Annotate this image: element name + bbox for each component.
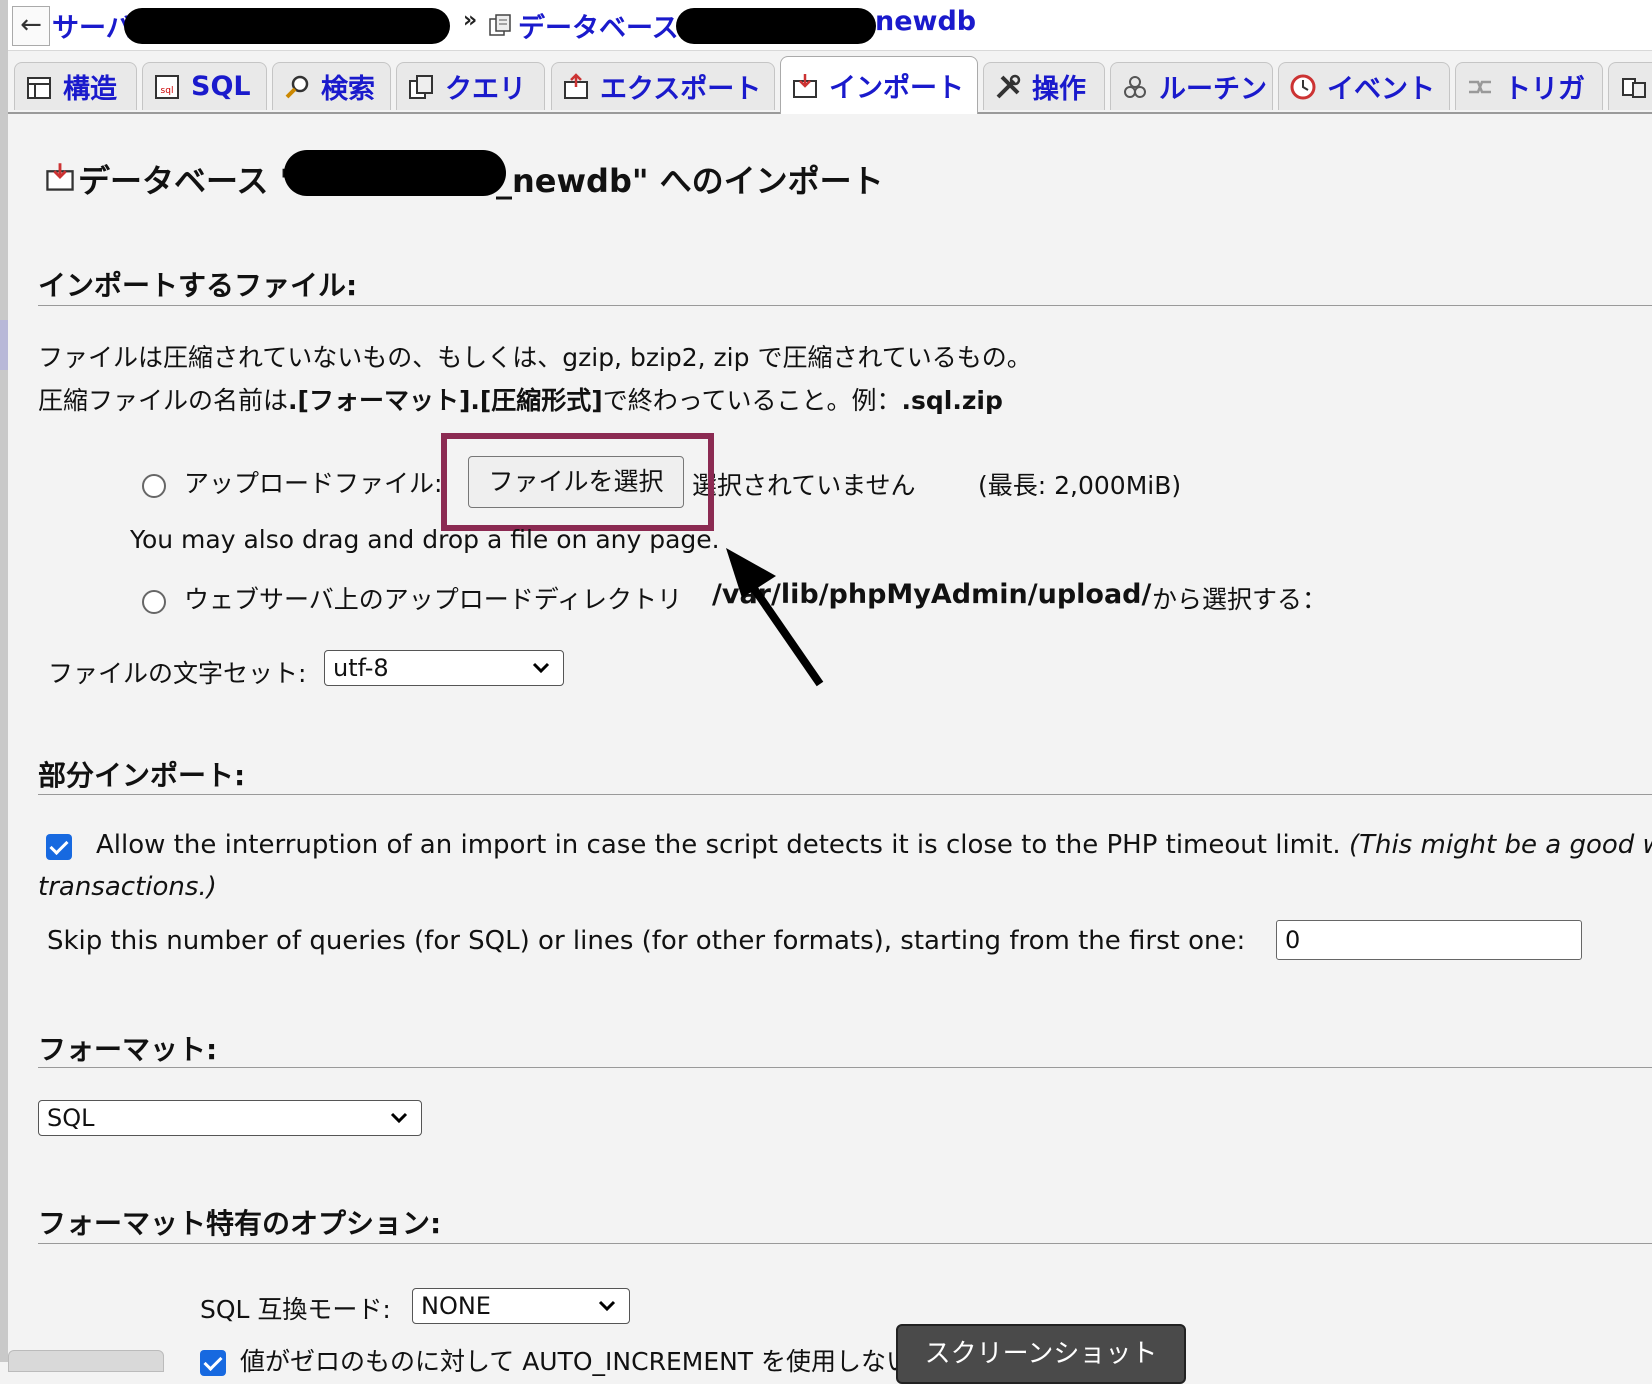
rule-format: .[フォーマット].[圧縮形式]	[288, 386, 603, 415]
sql-compat-label: SQL 互換モード:	[200, 1295, 391, 1324]
rule-prefix: 圧縮ファイルの名前は	[38, 386, 289, 415]
events-icon	[1290, 74, 1316, 99]
tab-import[interactable]: インポート	[780, 56, 978, 114]
upload-file-label: アップロードファイル:	[184, 469, 443, 498]
charset-label: ファイルの文字セット:	[48, 659, 307, 688]
tab-routines[interactable]: ルーチン	[1110, 62, 1273, 110]
sql-icon: sql	[155, 74, 179, 99]
format-divider	[38, 1067, 1652, 1068]
annotation-highlight-box	[441, 433, 714, 531]
tab-events-label: イベント	[1327, 74, 1435, 105]
tab-routines-label: ルーチン	[1159, 74, 1267, 105]
allow-interruption-checkbox[interactable]	[46, 834, 72, 860]
skip-queries-label: Skip this number of queries (for SQL) or…	[47, 926, 1246, 956]
compression-filename-rule: 圧縮ファイルの名前は.[フォーマット].[圧縮形式]で終わっていること。例：.s…	[38, 381, 1003, 417]
allow-interruption-note: (This might be a good w	[1348, 830, 1652, 860]
format-select[interactable]: SQL	[38, 1100, 422, 1136]
no-auto-increment-checkbox[interactable]	[200, 1350, 226, 1376]
max-upload-size: (最長: 2,000MiB)	[978, 471, 1182, 500]
format-heading: フォーマット:	[38, 1033, 218, 1066]
designer-icon	[1622, 77, 1646, 98]
allow-interruption-note-cont: transactions.)	[38, 872, 217, 902]
sql-compat-value: NONE	[421, 1292, 491, 1320]
server-dir-radio[interactable]	[142, 590, 166, 614]
tab-structure[interactable]: 構造	[14, 62, 137, 110]
allow-interruption-text: Allow the interruption of an import in c…	[96, 830, 1341, 860]
tab-operations[interactable]: 操作	[983, 62, 1105, 110]
charset-select[interactable]: utf-8	[324, 650, 564, 686]
tab-triggers-label: トリガ	[1504, 74, 1585, 105]
left-edge	[0, 0, 8, 1362]
query-icon	[409, 74, 433, 99]
chevron-down-icon	[598, 1300, 616, 1312]
structure-icon	[27, 76, 51, 99]
file-section-divider	[38, 305, 1652, 306]
partial-import-heading: 部分インポート:	[38, 759, 246, 792]
tab-export-label: エクスポート	[600, 74, 762, 105]
redacted-title-db-name	[284, 150, 506, 196]
import-icon	[793, 73, 817, 98]
format-value: SQL	[47, 1104, 95, 1132]
tab-structure-label: 構造	[63, 74, 117, 105]
server-dir-label: ウェブサーバ上のアップロードディレクトリ	[184, 585, 683, 614]
database-icon	[489, 14, 511, 36]
tab-search-label: 検索	[321, 74, 375, 105]
tab-events[interactable]: イベント	[1278, 62, 1450, 110]
breadcrumb-database-link[interactable]: データベース:	[518, 6, 689, 45]
tab-export[interactable]: エクスポート	[551, 62, 775, 110]
tab-operations-label: 操作	[1032, 74, 1086, 105]
charset-value: utf-8	[333, 654, 389, 682]
tab-query[interactable]: クエリ	[396, 62, 545, 110]
tab-more[interactable]	[1608, 62, 1652, 110]
compression-description: ファイルは圧縮されていないもの、もしくは、gzip, bzip2, zip で圧…	[38, 343, 1032, 372]
svg-text:sql: sql	[161, 86, 174, 96]
tab-import-label: インポート	[829, 73, 964, 104]
triggers-icon	[1469, 80, 1491, 93]
main-tabs: 構造 sql SQL 検索 クエリ エクスポート インポート 操作 ルーチン イ…	[8, 56, 1652, 114]
import-title-icon	[46, 163, 74, 191]
no-auto-increment-label: 値がゼロのものに対して AUTO_INCREMENT を使用しない	[240, 1347, 912, 1376]
chevron-down-icon	[532, 662, 550, 674]
file-section-heading: インポートするファイル:	[38, 269, 358, 302]
screenshot-button[interactable]: スクリーンショット	[896, 1324, 1186, 1384]
annotation-arrow-icon	[726, 548, 824, 687]
tab-sql[interactable]: sql SQL	[142, 62, 267, 110]
format-options-divider	[38, 1243, 1652, 1244]
operations-icon	[996, 74, 1021, 98]
breadcrumb-database-suffix[interactable]: newdb	[875, 6, 976, 37]
tab-triggers[interactable]: トリガ	[1455, 62, 1603, 110]
routines-icon	[1124, 75, 1146, 98]
no-file-selected: 選択されていません	[692, 471, 916, 500]
left-edge-marker	[0, 320, 8, 370]
page-title-suffix: _newdb" へのインポート	[496, 162, 884, 200]
redacted-server-name	[124, 8, 450, 44]
server-dir-suffix: から選択する：	[1152, 585, 1328, 614]
allow-interruption-label: Allow the interruption of an import in c…	[96, 830, 1652, 860]
back-button[interactable]: ←	[12, 6, 50, 46]
tab-search[interactable]: 検索	[272, 62, 391, 110]
upload-file-radio[interactable]	[142, 474, 166, 498]
partial-import-divider	[38, 794, 1652, 795]
sql-compat-select[interactable]: NONE	[412, 1288, 630, 1324]
bottom-console-tab[interactable]	[8, 1350, 164, 1372]
rule-example: .sql.zip	[901, 386, 1003, 415]
tab-query-label: クエリ	[445, 74, 526, 105]
tab-sql-label: SQL	[191, 71, 251, 102]
export-icon	[564, 72, 588, 99]
rule-middle: で終わっていること。例：	[602, 386, 902, 415]
search-icon	[285, 75, 309, 98]
page-title-prefix: データベース "	[78, 162, 297, 200]
drag-drop-hint: You may also drag and drop a file on any…	[130, 525, 720, 554]
format-options-heading: フォーマット特有のオプション:	[38, 1207, 442, 1240]
breadcrumb-separator: »	[463, 8, 478, 33]
redacted-database-name	[676, 8, 876, 44]
chevron-down-icon	[390, 1112, 408, 1124]
skip-queries-input[interactable]: 0	[1276, 920, 1582, 960]
breadcrumb: ← サーバ: » データベース: newdb	[8, 0, 1652, 51]
